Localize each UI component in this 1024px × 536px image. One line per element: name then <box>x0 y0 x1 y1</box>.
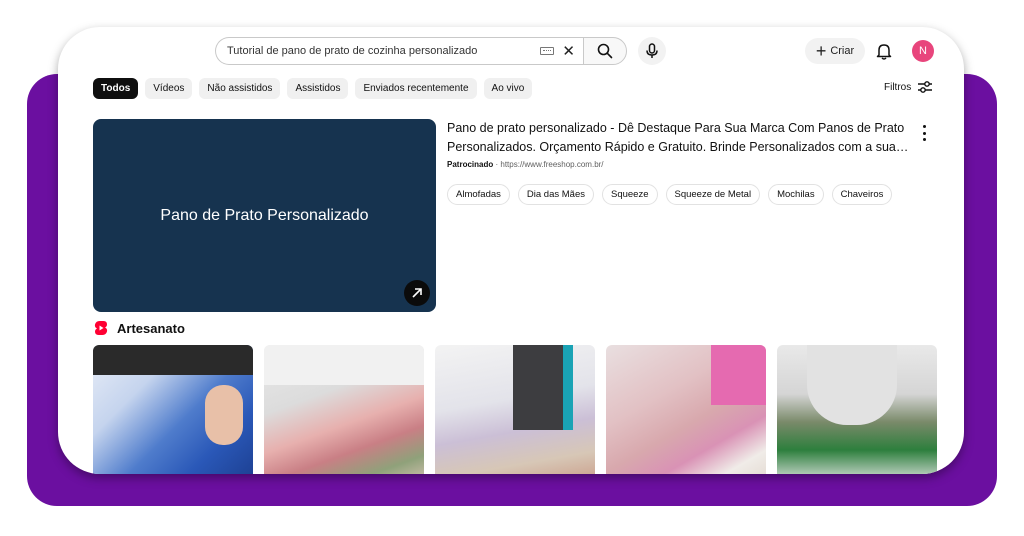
short-thumbnail[interactable] <box>777 345 937 474</box>
short-thumbnail[interactable] <box>93 345 253 474</box>
ad-meta: Patrocinado · https://www.freeshop.com.b… <box>447 160 604 169</box>
shorts-row <box>93 345 937 474</box>
filters-button[interactable]: Filtros <box>884 80 933 94</box>
filters-label: Filtros <box>884 81 912 93</box>
sitelink-squeeze-de-metal[interactable]: Squeeze de Metal <box>665 184 761 205</box>
sitelink-almofadas[interactable]: Almofadas <box>447 184 510 205</box>
ad-sitelinks: Almofadas Dia das Mães Squeeze Squeeze d… <box>447 184 893 205</box>
meta-separator: · <box>495 160 499 169</box>
arrow-up-right-icon <box>412 288 422 298</box>
sponsored-label: Patrocinado <box>447 160 494 169</box>
chip-enviados-recentemente[interactable]: Enviados recentemente <box>355 78 477 99</box>
sliders-icon <box>918 81 933 93</box>
notifications-button[interactable] <box>872 39 896 63</box>
ad-title[interactable]: Pano de prato personalizado - Dê Destaqu… <box>447 119 907 157</box>
voice-search-button[interactable] <box>638 37 666 65</box>
more-options-button[interactable] <box>917 125 931 141</box>
bell-icon <box>876 44 892 60</box>
microphone-icon <box>646 43 658 58</box>
create-button[interactable]: + Criar <box>805 38 865 64</box>
ad-title-line-1: Pano de prato personalizado - Dê Destaqu… <box>447 121 905 135</box>
search-icon <box>597 43 613 59</box>
avatar[interactable]: N <box>912 40 934 62</box>
search-button[interactable] <box>583 37 627 65</box>
shorts-section-title: Artesanato <box>117 320 185 336</box>
chip-nao-assistidos[interactable]: Não assistidos <box>199 78 281 99</box>
youtube-window: Tutorial de pano de prato de cozinha per… <box>58 27 964 474</box>
ad-thumbnail[interactable]: Pano de Prato Personalizado <box>93 119 436 312</box>
chip-assistidos[interactable]: Assistidos <box>287 78 349 99</box>
ad-thumbnail-title: Pano de Prato Personalizado <box>160 206 369 224</box>
ad-url[interactable]: https://www.freeshop.com.br/ <box>500 160 603 169</box>
filter-chips-bar: Todos Vídeos Não assistidos Assistidos E… <box>93 78 533 99</box>
chip-todos[interactable]: Todos <box>93 78 139 99</box>
short-thumbnail[interactable] <box>606 345 766 474</box>
sitelink-mochilas[interactable]: Mochilas <box>768 184 824 205</box>
shorts-logo-icon <box>94 321 108 335</box>
short-thumbnail[interactable] <box>435 345 595 474</box>
kebab-dot <box>922 138 926 141</box>
sitelink-dia-das-maes[interactable]: Dia das Mães <box>517 184 594 205</box>
chip-videos[interactable]: Vídeos <box>145 78 193 99</box>
keyboard-icon[interactable] <box>540 47 555 55</box>
open-external-button[interactable] <box>404 280 430 306</box>
create-button-label: Criar <box>830 45 855 57</box>
sitelink-chaveiros[interactable]: Chaveiros <box>831 184 893 205</box>
kebab-dot <box>922 125 926 128</box>
kebab-dot <box>922 131 926 135</box>
search-query-text[interactable]: Tutorial de pano de prato de cozinha per… <box>227 45 540 57</box>
search-input[interactable]: Tutorial de pano de prato de cozinha per… <box>215 37 583 65</box>
page: Tutorial de pano de prato de cozinha per… <box>0 0 1024 536</box>
plus-icon: + <box>815 41 827 61</box>
ad-title-line-2: Personalizados. Orçamento Rápido e Gratu… <box>447 140 907 154</box>
shorts-section-header: Artesanato <box>94 320 185 336</box>
sitelink-squeeze[interactable]: Squeeze <box>601 184 658 205</box>
clear-icon[interactable]: ✕ <box>562 44 575 59</box>
short-thumbnail[interactable] <box>264 345 424 474</box>
chip-ao-vivo[interactable]: Ao vivo <box>483 78 533 99</box>
